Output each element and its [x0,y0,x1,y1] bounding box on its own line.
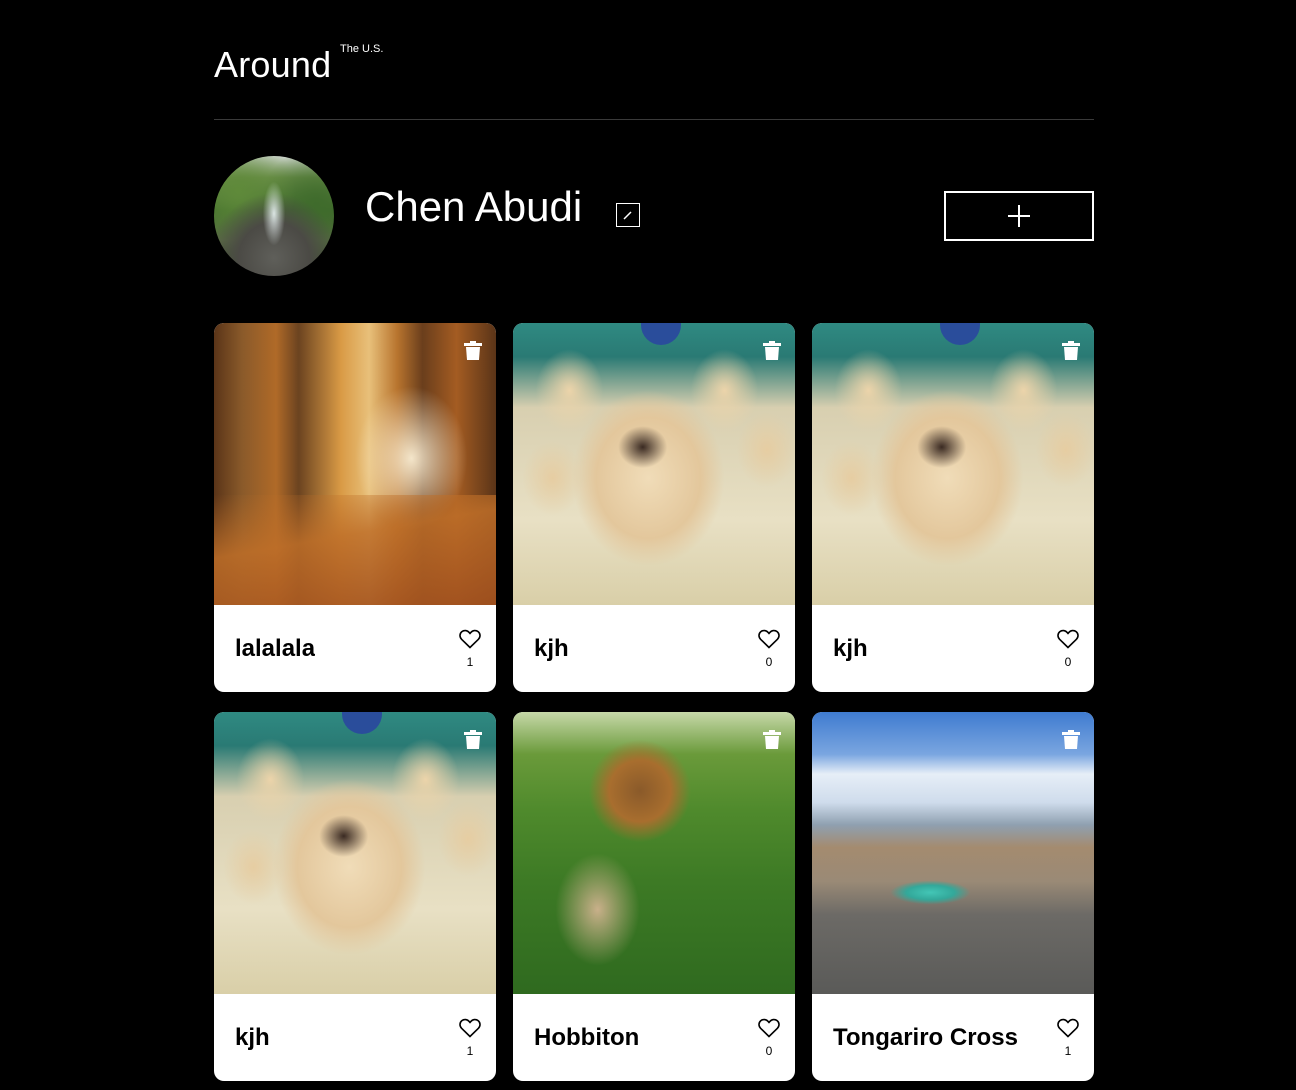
like-count: 0 [765,655,773,669]
card: lalalala 1 [214,323,496,692]
profile-name: Chen Abudi [365,183,583,230]
card-image[interactable] [513,712,795,994]
like-count: 0 [765,1044,773,1058]
trash-icon[interactable] [464,730,482,749]
header: Around The U.S. [214,0,1094,120]
card-footer: lalalala 1 [214,605,496,692]
card-footer: kjh 0 [513,605,795,692]
avatar[interactable] [214,156,334,276]
heart-outline-icon[interactable] [459,629,481,649]
card-footer: kjh 1 [214,994,496,1081]
trash-icon[interactable] [763,730,781,749]
heart-outline-icon[interactable] [758,629,780,649]
cards-grid: lalalala 1 kjh 0 kjh 0 kjh 1 Hobbiton 0 … [214,323,1094,1081]
trash-icon[interactable] [1062,730,1080,749]
trash-icon[interactable] [763,341,781,360]
profile: Chen Abudi [214,120,1094,323]
card: Hobbiton 0 [513,712,795,1081]
card-image[interactable] [214,323,496,605]
edit-profile-button[interactable] [616,203,640,227]
plus-icon [1008,205,1030,227]
like-count: 1 [466,655,474,669]
card-image[interactable] [812,323,1094,605]
like-count: 1 [1064,1044,1072,1058]
card-title: Hobbiton [534,1024,640,1051]
card-title: Tongariro Cross [833,1024,1018,1051]
card: kjh 0 [513,323,795,692]
trash-icon[interactable] [1062,341,1080,360]
pencil-icon [623,211,632,220]
heart-outline-icon[interactable] [1057,1018,1079,1038]
logo-superscript: The U.S. [340,43,384,55]
add-place-button[interactable] [944,191,1094,241]
heart-outline-icon[interactable] [459,1018,481,1038]
card-footer: Tongariro Cross 1 [812,994,1094,1081]
card-image[interactable] [513,323,795,605]
card-title: kjh [235,1024,270,1051]
like-count: 0 [1064,655,1072,669]
logo-text: Around [214,44,332,85]
heart-outline-icon[interactable] [758,1018,780,1038]
card-title: lalalala [235,635,316,662]
card: Tongariro Cross 1 [812,712,1094,1081]
card-title: kjh [534,635,569,662]
card-image[interactable] [812,712,1094,994]
card-image[interactable] [214,712,496,994]
card: kjh 0 [812,323,1094,692]
card-title: kjh [833,635,868,662]
heart-outline-icon[interactable] [1057,629,1079,649]
page: Around The U.S. Chen Abudi lalalala 1 kj… [214,0,1094,1081]
card-footer: Hobbiton 0 [513,994,795,1081]
card: kjh 1 [214,712,496,1081]
card-footer: kjh 0 [812,605,1094,692]
trash-icon[interactable] [464,341,482,360]
like-count: 1 [466,1044,474,1058]
